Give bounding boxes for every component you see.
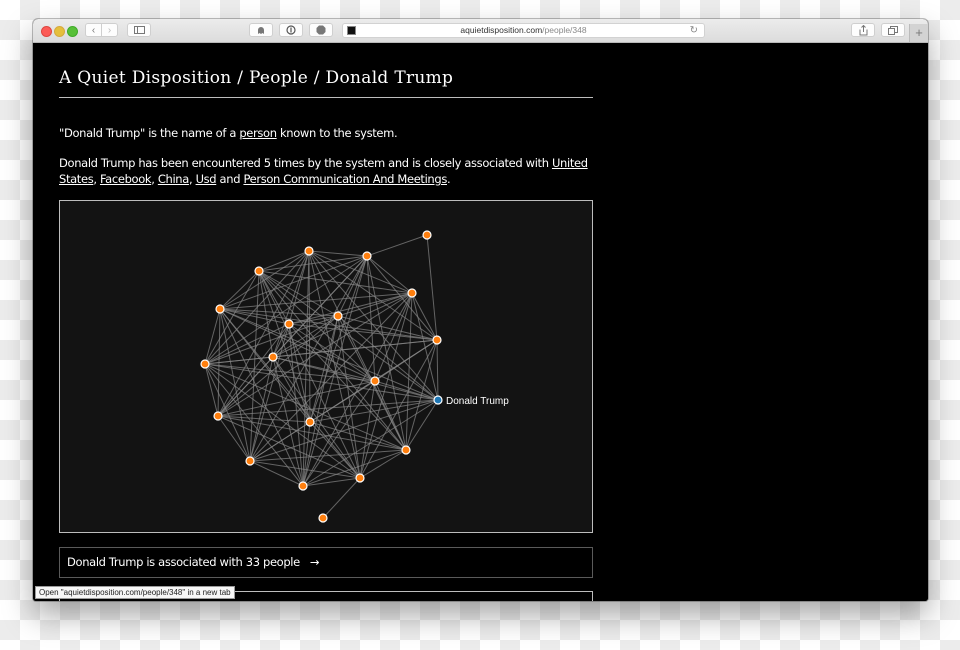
associated-people-label: Donald Trump is associated with 33 peopl… (67, 555, 300, 569)
graph-edges (204, 234, 439, 519)
graph-edge (308, 250, 438, 341)
sidebar-toggle-button[interactable] (127, 23, 151, 37)
focus-node[interactable] (433, 395, 443, 405)
intro-text-end: known to the system. (276, 126, 398, 140)
separator: , (188, 172, 196, 186)
graph-node[interactable] (245, 456, 255, 466)
graph-node[interactable] (355, 473, 365, 483)
zoom-window-button[interactable] (67, 26, 78, 37)
separator: , (93, 172, 100, 186)
graph-node[interactable] (284, 319, 294, 329)
focus-node-label: Donald Trump (446, 396, 509, 407)
share-button[interactable] (851, 23, 875, 37)
graph-node[interactable] (304, 246, 314, 256)
graph-edge (258, 270, 311, 423)
graph-node[interactable] (215, 304, 225, 314)
graph-edge (302, 477, 361, 487)
link-tooltip: Open "aquietdisposition.com/people/348" … (35, 586, 235, 599)
summary-text: Donald Trump has been encountered 5 time… (59, 156, 552, 170)
graph-edge (217, 399, 439, 417)
link-china[interactable]: China (158, 172, 189, 186)
url-domain: aquietdisposition.com (460, 25, 543, 35)
address-bar[interactable]: aquietdisposition.com/people/348 ↻ (342, 23, 705, 38)
chevron-right-icon: › (107, 24, 112, 36)
chevron-left-icon: ‹ (91, 24, 96, 36)
adblock-extension-button[interactable] (309, 23, 333, 37)
graph-edge (204, 270, 260, 365)
graph-node[interactable] (401, 445, 411, 455)
site-favicon-icon (347, 26, 356, 35)
graph-node[interactable] (254, 266, 264, 276)
graph-node[interactable] (432, 335, 442, 345)
graph-edge (309, 421, 361, 479)
graph-edge (436, 339, 439, 401)
graph-edge (302, 250, 310, 487)
tabs-icon (888, 25, 898, 35)
reload-icon[interactable]: ↻ (690, 24, 698, 37)
graph-edge (359, 339, 438, 479)
url-path: /people/348 (542, 25, 587, 35)
page-content: A Quiet Disposition / People / Donald Tr… (33, 43, 928, 601)
minimize-window-button[interactable] (54, 26, 65, 37)
network-graph[interactable]: Donald Trump (59, 200, 593, 533)
graph-node[interactable] (370, 376, 380, 386)
graph-edge (322, 477, 361, 519)
graph-edge (219, 270, 260, 310)
graph-node[interactable] (333, 311, 343, 321)
title-divider (59, 97, 593, 98)
summary-paragraph: Donald Trump has been encountered 5 time… (59, 155, 599, 187)
graph-node[interactable] (298, 481, 308, 491)
intro-text: "Donald Trump" is the name of a (59, 126, 240, 140)
graph-node[interactable] (268, 352, 278, 362)
graph-node[interactable] (318, 513, 328, 523)
graph-node[interactable] (305, 417, 315, 427)
graph-edge (309, 399, 439, 423)
graph-node[interactable] (407, 288, 417, 298)
ghostery-extension-button[interactable] (249, 23, 273, 37)
network-graph-svg[interactable]: Donald Trump (60, 201, 592, 532)
1password-icon (286, 25, 296, 35)
graph-edge (204, 363, 376, 382)
browser-window: ‹ › aquietdisposition.com/people/348 ↻ +… (33, 19, 928, 601)
graph-edge (405, 399, 439, 451)
new-tab-button[interactable]: + (909, 24, 928, 42)
adblock-icon (316, 25, 326, 35)
graph-edge (405, 292, 413, 451)
plus-icon: + (915, 25, 923, 40)
separator-and: and (216, 172, 244, 186)
graph-edge (204, 363, 251, 462)
graph-edge (308, 250, 368, 257)
ghost-icon (258, 26, 264, 34)
graph-edge (366, 234, 428, 257)
back-button[interactable]: ‹ (85, 23, 102, 37)
separator: , (151, 172, 158, 186)
link-facebook[interactable]: Facebook (100, 172, 152, 186)
share-icon (859, 24, 867, 35)
forward-button[interactable]: › (101, 23, 118, 37)
person-link[interactable]: person (239, 126, 277, 140)
graph-edge (249, 449, 407, 462)
associated-people-link[interactable]: Donald Trump is associated with 33 peopl… (59, 547, 593, 578)
close-window-button[interactable] (41, 26, 52, 37)
graph-node[interactable] (362, 251, 372, 261)
sidebar-icon (133, 26, 145, 34)
graph-edge (309, 255, 368, 423)
graph-node[interactable] (200, 359, 210, 369)
graph-node[interactable] (422, 230, 432, 240)
link-person-communication[interactable]: Person Communication And Meetings (243, 172, 447, 186)
graph-node[interactable] (213, 411, 223, 421)
page-title: A Quiet Disposition / People / Donald Tr… (59, 68, 454, 88)
arrow-right-icon: → (309, 555, 320, 569)
link-usd[interactable]: Usd (196, 172, 217, 186)
graph-edge (258, 270, 339, 317)
graph-edge (272, 339, 438, 358)
onepassword-extension-button[interactable] (279, 23, 303, 37)
show-tabs-button[interactable] (881, 23, 905, 37)
intro-paragraph: "Donald Trump" is the name of a person k… (59, 125, 599, 141)
browser-toolbar: ‹ › aquietdisposition.com/people/348 ↻ + (33, 19, 928, 43)
period: . (446, 172, 451, 186)
